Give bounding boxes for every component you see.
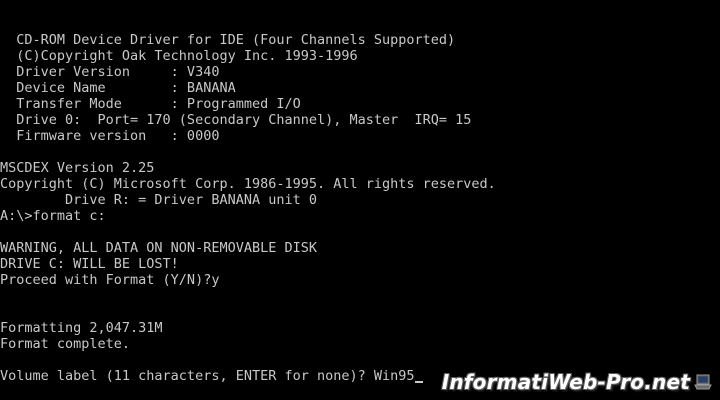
watermark-text: InformatiWeb-Pro.net bbox=[441, 370, 690, 394]
terminal-line-driver-version: Driver Version : V340 bbox=[0, 64, 220, 80]
terminal-line-drive-r: Drive R: = Driver BANANA unit 0 bbox=[0, 192, 317, 208]
terminal-line-oak-copyright: (C)Copyright Oak Technology Inc. 1993-19… bbox=[0, 48, 358, 64]
terminal-output: CD-ROM Device Driver for IDE (Four Chann… bbox=[0, 32, 720, 384]
terminal-line-mscdex-version: MSCDEX Version 2.25 bbox=[0, 160, 155, 176]
terminal-line-format-command: A:\>format c: bbox=[0, 208, 106, 224]
text-cursor bbox=[414, 381, 423, 383]
terminal-line-proceed-prompt: Proceed with Format (Y/N)?y bbox=[0, 272, 220, 288]
terminal-line-warning: WARNING, ALL DATA ON NON-REMOVABLE DISK bbox=[0, 240, 317, 256]
terminal-line-firmware-version: Firmware version : 0000 bbox=[0, 128, 220, 144]
volume-label-prompt[interactable]: Volume label (11 characters, ENTER for n… bbox=[0, 368, 415, 384]
terminal-line-transfer-mode: Transfer Mode : Programmed I/O bbox=[0, 96, 301, 112]
terminal-line-format-complete: Format complete. bbox=[0, 336, 131, 352]
laptop-logo-icon bbox=[694, 374, 712, 390]
terminal-line-drive-0: Drive 0: Port= 170 (Secondary Channel), … bbox=[0, 112, 472, 128]
terminal-line-microsoft-copyright: Copyright (C) Microsoft Corp. 1986-1995.… bbox=[0, 176, 496, 192]
watermark: InformatiWeb-Pro.net bbox=[442, 370, 712, 394]
terminal-line-cdrom-driver-title: CD-ROM Device Driver for IDE (Four Chann… bbox=[0, 32, 456, 48]
dos-console-screen[interactable]: CD-ROM Device Driver for IDE (Four Chann… bbox=[0, 0, 720, 400]
terminal-line-device-name: Device Name : BANANA bbox=[0, 80, 236, 96]
terminal-line-drive-c-lost: DRIVE C: WILL BE LOST! bbox=[0, 256, 179, 272]
terminal-line-formatting-size: Formatting 2,047.31M bbox=[0, 320, 163, 336]
